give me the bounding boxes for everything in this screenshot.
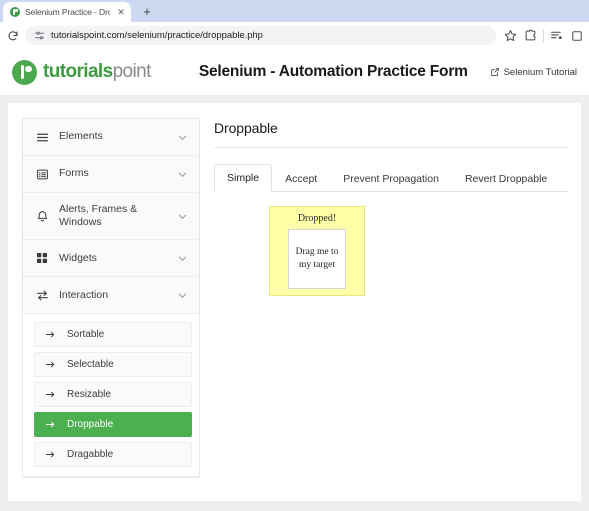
- arrow-right-icon: [45, 419, 57, 430]
- selenium-tutorial-link[interactable]: Selenium Tutorial: [490, 67, 577, 78]
- sidebar-item-label: Widgets: [59, 251, 97, 264]
- tab-revert-droppable[interactable]: Revert Droppable: [452, 165, 560, 192]
- arrow-right-icon: [45, 449, 57, 460]
- logo-text-secondary: point: [112, 61, 152, 82]
- selenium-tutorial-link-label: Selenium Tutorial: [503, 66, 577, 78]
- sidebar-subitem-selectable[interactable]: Selectable: [34, 352, 192, 378]
- tutorialspoint-logo[interactable]: tutorialspoint: [12, 59, 187, 85]
- site-header: tutorialspoint Selenium - Automation Pra…: [0, 49, 589, 96]
- site-settings-icon[interactable]: [34, 28, 45, 43]
- tab-favicon-icon: [10, 7, 20, 17]
- new-tab-button[interactable]: +: [137, 1, 157, 21]
- sidebar-item-alerts-frames-windows[interactable]: Alerts, Frames & Windows: [23, 193, 199, 241]
- page-title: Selenium - Automation Practice Form: [198, 63, 468, 80]
- tab-accept[interactable]: Accept: [272, 165, 330, 192]
- interaction-submenu: Sortable Selectable Resizable Droppable …: [23, 314, 199, 478]
- browser-tab-title: Selenium Practice - Droppabl: [25, 7, 110, 17]
- browser-window: Selenium Practice - Droppabl ✕ + tutoria…: [0, 0, 589, 511]
- window-controls[interactable]: [573, 6, 587, 20]
- droppable-status-text: Dropped!: [297, 213, 337, 224]
- section-title: Droppable: [214, 120, 569, 148]
- arrow-right-icon: [45, 359, 57, 370]
- draggable-box[interactable]: Drag me to my target: [288, 229, 346, 289]
- browser-tab[interactable]: Selenium Practice - Droppabl ✕: [3, 2, 131, 22]
- logo-text-primary: tutorials: [43, 61, 113, 82]
- sidebar-item-elements[interactable]: Elements: [23, 119, 199, 156]
- star-icon[interactable]: [503, 28, 518, 43]
- sidebar-item-label: Forms: [59, 167, 89, 180]
- tab-list-icon[interactable]: [549, 28, 564, 43]
- reload-icon[interactable]: [5, 28, 20, 43]
- sidebar-item-interaction[interactable]: Interaction: [23, 277, 199, 315]
- address-bar-url: tutorialspoint.com/selenium/practice/dro…: [51, 30, 263, 41]
- page-viewport: tutorialspoint Selenium - Automation Pra…: [0, 49, 589, 511]
- droppable-tabs: Simple Accept Prevent Propagation Revert…: [214, 164, 569, 192]
- sidebar-subitem-dragabble[interactable]: Dragabble: [34, 442, 192, 468]
- sidebar-subitem-label: Sortable: [67, 329, 105, 341]
- content-card: Elements Forms Alerts, Frames & Windows …: [8, 103, 581, 501]
- sidebar-accordion: Elements Forms Alerts, Frames & Windows …: [22, 118, 200, 479]
- arrow-right-icon: [45, 389, 57, 400]
- arrow-right-icon: [45, 329, 57, 340]
- bell-icon: [35, 210, 49, 223]
- chevron-down-icon: [177, 132, 188, 143]
- sidebar-subitem-resizable[interactable]: Resizable: [34, 382, 192, 408]
- droppable-zone[interactable]: Dropped! Drag me to my target: [269, 206, 365, 296]
- sidebar-subitem-label: Resizable: [67, 389, 111, 401]
- extensions-puzzle-icon[interactable]: [523, 28, 538, 43]
- sidebar-item-widgets[interactable]: Widgets: [23, 240, 199, 278]
- sidebar-subitem-label: Droppable: [67, 419, 114, 431]
- toolbar-divider: [543, 28, 544, 43]
- sidebar-item-label: Elements: [59, 130, 103, 143]
- list-box-icon: [35, 168, 49, 181]
- sidebar-item-label: Alerts, Frames & Windows: [59, 203, 138, 229]
- swap-arrows-icon: [35, 289, 49, 302]
- chevron-down-icon: [177, 169, 188, 180]
- external-link-icon: [490, 67, 500, 77]
- sidebar-subitem-label: Dragabble: [67, 449, 114, 461]
- sidebar-subitem-label: Selectable: [67, 359, 114, 371]
- chevron-down-icon: [177, 253, 188, 264]
- page-body: Elements Forms Alerts, Frames & Windows …: [0, 96, 589, 511]
- main-content: Droppable Simple Accept Prevent Propagat…: [214, 118, 569, 491]
- sidebar-subitem-droppable[interactable]: Droppable: [34, 412, 192, 438]
- tutorialspoint-logo-icon: [12, 59, 37, 85]
- hamburger-icon: [35, 131, 49, 144]
- browser-toolbar: tutorialspoint.com/selenium/practice/dro…: [0, 22, 589, 49]
- sidebar-item-label: Interaction: [59, 288, 109, 301]
- tab-simple[interactable]: Simple: [214, 164, 273, 192]
- grid-icon: [35, 252, 49, 264]
- tab-prevent-propagation[interactable]: Prevent Propagation: [330, 165, 452, 192]
- sidebar-item-forms[interactable]: Forms: [23, 156, 199, 193]
- chevron-down-icon: [177, 211, 188, 222]
- drop-area: Dropped! Drag me to my target: [214, 192, 569, 296]
- close-tab-icon[interactable]: ✕: [115, 6, 127, 18]
- sidebar: Elements Forms Alerts, Frames & Windows …: [22, 118, 200, 491]
- tab-strip: Selenium Practice - Droppabl ✕ +: [0, 0, 589, 22]
- sidebar-subitem-sortable[interactable]: Sortable: [34, 322, 192, 348]
- chevron-down-icon: [177, 290, 188, 301]
- address-bar[interactable]: tutorialspoint.com/selenium/practice/dro…: [25, 26, 496, 45]
- profile-icon[interactable]: [569, 28, 584, 43]
